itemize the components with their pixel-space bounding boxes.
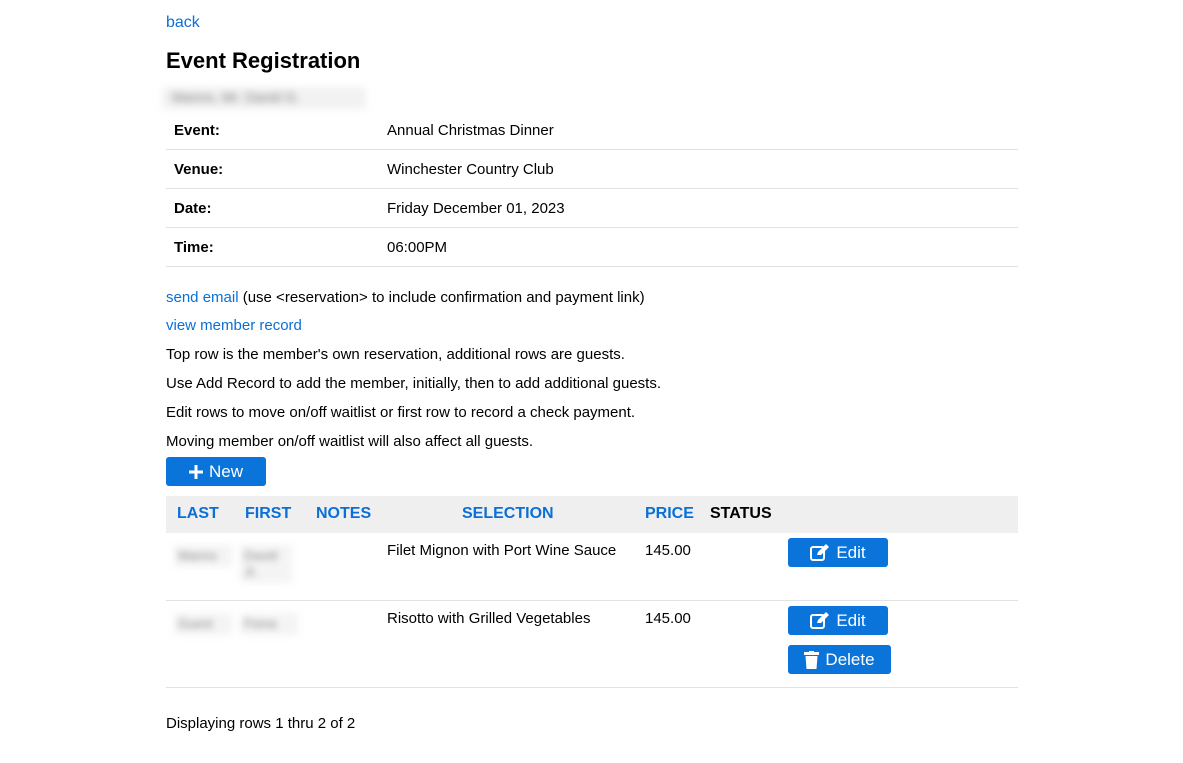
event-details: Event: Annual Christmas Dinner Venue: Wi… <box>166 111 1018 267</box>
detail-value: 06:00PM <box>387 239 448 256</box>
column-price-sort[interactable]: PRICE <box>645 505 694 522</box>
detail-row-date: Date: Friday December 01, 2023 <box>166 189 1018 228</box>
page-title: Event Registration <box>166 48 361 73</box>
detail-value: Annual Christmas Dinner <box>387 122 554 139</box>
detail-row-event: Event: Annual Christmas Dinner <box>166 111 1018 150</box>
edit-button[interactable]: Edit <box>788 538 888 567</box>
detail-row-time: Time: 06:00PM <box>166 228 1018 267</box>
column-notes-sort[interactable]: NOTES <box>316 505 371 522</box>
edit-button-label: Edit <box>836 610 866 630</box>
send-email-link[interactable]: send email <box>166 289 239 306</box>
detail-label: Venue: <box>174 161 224 178</box>
first-name-redacted: David Jr. <box>240 545 292 583</box>
view-member-line: view member record <box>166 316 1018 336</box>
first-name-redacted: Fiona <box>240 613 298 635</box>
new-button-label: New <box>208 461 243 481</box>
detail-value: Winchester Country Club <box>387 161 554 178</box>
detail-label: Time: <box>174 239 214 256</box>
delete-button[interactable]: Delete <box>788 645 891 674</box>
delete-button-label: Delete <box>825 649 875 669</box>
instruction-text: Edit rows to move on/off waitlist or fir… <box>166 404 636 421</box>
member-name-redacted: Manns, Mr. David G. <box>162 87 366 109</box>
send-email-note: (use <reservation> to include confirmati… <box>238 289 645 306</box>
back-link[interactable]: back <box>166 14 200 32</box>
edit-icon <box>810 543 830 562</box>
column-last-sort[interactable]: LAST <box>177 505 219 522</box>
instruction-text: Use Add Record to add the member, initia… <box>166 375 662 392</box>
registrations-table: LAST FIRST NOTES SELECTION PRICE STATUS … <box>166 496 1018 688</box>
column-status-header: STATUS <box>710 505 772 522</box>
detail-value: Friday December 01, 2023 <box>387 200 565 217</box>
price-cell: 145.00 <box>645 610 691 627</box>
table-row: Guest Fiona Risotto with Grilled Vegetab… <box>166 601 1018 688</box>
price-cell: 145.00 <box>645 542 691 559</box>
send-email-line: send email (use <reservation> to include… <box>166 288 1018 308</box>
table-row: Manns David Jr. Filet Mignon with Port W… <box>166 533 1018 601</box>
edit-icon <box>810 611 830 630</box>
edit-button[interactable]: Edit <box>788 606 888 635</box>
selection-cell: Risotto with Grilled Vegetables <box>387 610 591 627</box>
instruction-text: Moving member on/off waitlist will also … <box>166 433 534 450</box>
last-name-redacted: Manns <box>174 545 232 567</box>
selection-cell: Filet Mignon with Port Wine Sauce <box>387 542 617 559</box>
column-selection-sort[interactable]: SELECTION <box>462 505 554 522</box>
detail-label: Date: <box>174 200 212 217</box>
new-record-button[interactable]: New <box>166 457 266 486</box>
plus-icon <box>188 464 203 479</box>
column-first-sort[interactable]: FIRST <box>245 505 291 522</box>
detail-row-venue: Venue: Winchester Country Club <box>166 150 1018 189</box>
trash-icon <box>804 650 820 669</box>
last-name-redacted: Guest <box>174 613 232 635</box>
detail-label: Event: <box>174 122 220 139</box>
instruction-text: Top row is the member's own reservation,… <box>166 346 625 363</box>
view-member-record-link[interactable]: view member record <box>166 317 302 334</box>
table-header: LAST FIRST NOTES SELECTION PRICE STATUS <box>166 496 1018 533</box>
edit-button-label: Edit <box>836 542 866 562</box>
pagination-summary: Displaying rows 1 thru 2 of 2 <box>166 715 356 732</box>
